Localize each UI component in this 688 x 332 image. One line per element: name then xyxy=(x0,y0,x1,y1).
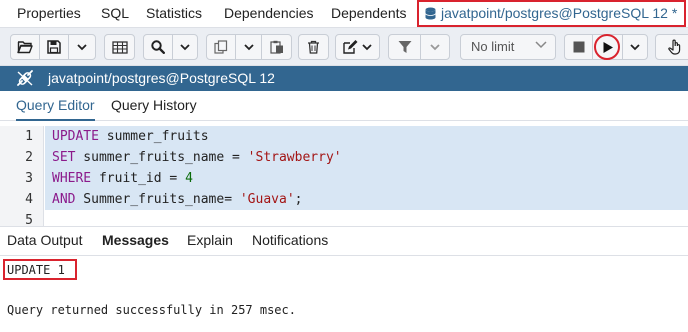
chevron-down-icon xyxy=(535,41,547,49)
sql-keyword: AND xyxy=(52,192,76,207)
find-button[interactable] xyxy=(144,35,173,59)
tab-sql[interactable]: SQL xyxy=(101,0,129,28)
delete-group xyxy=(298,34,329,60)
copy-button[interactable] xyxy=(207,35,236,59)
filter-group xyxy=(388,34,450,60)
sql-editor[interactable]: 1 2 3 4 5 UPDATE summer_fruits SET summe… xyxy=(0,126,688,228)
open-folder-icon xyxy=(17,41,33,54)
tab-query-editor[interactable]: Query Editor xyxy=(16,91,95,121)
sql-text: Summer_fruits_name= xyxy=(75,192,240,207)
code-line: WHERE fruit_id = 4 xyxy=(52,171,193,186)
find-options-dropdown[interactable] xyxy=(173,35,197,59)
line-number: 4 xyxy=(25,192,33,207)
editor-tab-bar: Query Editor Query History xyxy=(0,91,688,121)
code-line: UPDATE summer_fruits xyxy=(52,129,209,144)
tab-dependencies[interactable]: Dependencies xyxy=(224,0,314,28)
row-limit-value: No limit xyxy=(471,39,515,54)
hand-icon xyxy=(668,39,681,55)
execute-options-dropdown[interactable] xyxy=(623,35,647,59)
play-icon xyxy=(603,41,613,53)
chevron-down-icon xyxy=(180,43,190,50)
edit-group xyxy=(335,34,380,60)
stop-button[interactable] xyxy=(565,35,593,59)
paste-button[interactable] xyxy=(262,35,291,59)
sql-text: fruit_id = xyxy=(91,171,186,186)
clipboard-group xyxy=(206,34,292,60)
filter-icon xyxy=(398,41,411,53)
save-options-dropdown[interactable] xyxy=(69,35,95,59)
sql-string: 'Guava' xyxy=(239,192,295,207)
chevron-down-icon xyxy=(362,43,372,50)
line-number: 2 xyxy=(25,150,33,165)
line-number-gutter: 1 2 3 4 5 xyxy=(0,126,44,228)
chevron-down-icon xyxy=(243,43,254,50)
code-line: AND Summer_fruits_name= 'Guava'; xyxy=(52,192,302,207)
edit-button[interactable] xyxy=(336,35,379,59)
connection-bar[interactable]: javatpoint/postgres@PostgreSQL 12 xyxy=(0,66,688,91)
message-status: UPDATE 1 xyxy=(7,263,65,277)
tab-notifications[interactable]: Notifications xyxy=(252,227,328,256)
chevron-down-icon xyxy=(77,43,87,50)
tab-query-tool-label: javatpoint/postgres@PostgreSQL 12 * xyxy=(441,5,678,21)
sql-terminator: ; xyxy=(294,192,303,207)
tab-data-output[interactable]: Data Output xyxy=(7,227,83,256)
line-number: 3 xyxy=(25,171,33,186)
edit-icon xyxy=(343,40,358,54)
tab-statistics[interactable]: Statistics xyxy=(146,0,202,28)
save-icon xyxy=(47,40,61,54)
save-file-button[interactable] xyxy=(40,35,69,59)
sql-keyword: WHERE xyxy=(52,171,92,186)
grid-icon xyxy=(111,40,128,54)
paste-icon xyxy=(269,40,283,54)
copy-options-dropdown[interactable] xyxy=(236,35,262,59)
copy-icon xyxy=(214,40,228,54)
open-file-button[interactable] xyxy=(11,35,40,59)
filter-options-dropdown[interactable] xyxy=(421,35,449,59)
sql-keyword: UPDATE xyxy=(52,129,99,144)
results-tab-bar: Data Output Messages Explain Notificatio… xyxy=(0,226,688,256)
trash-icon xyxy=(308,40,319,54)
filter-button[interactable] xyxy=(389,35,421,59)
messages-panel: UPDATE 1 Query returned successfully in … xyxy=(0,256,688,332)
tab-query-tool[interactable]: javatpoint/postgres@PostgreSQL 12 * xyxy=(417,0,686,27)
search-icon xyxy=(151,40,165,54)
tab-query-history[interactable]: Query History xyxy=(111,91,197,121)
file-button-group xyxy=(10,34,96,60)
tab-explain[interactable]: Explain xyxy=(187,227,233,256)
connection-label: javatpoint/postgres@PostgreSQL 12 xyxy=(48,70,275,86)
delete-button[interactable] xyxy=(299,35,328,59)
more-group xyxy=(655,34,688,60)
message-detail: Query returned successfully in 257 msec. xyxy=(7,303,296,317)
database-icon xyxy=(425,4,436,27)
sql-text: summer_fruits xyxy=(98,129,209,144)
edit-grid-group xyxy=(104,34,135,60)
execute-group xyxy=(564,34,648,60)
find-group xyxy=(143,34,198,60)
sql-number: 4 xyxy=(185,171,193,186)
chevron-down-icon xyxy=(630,43,640,50)
sql-text: summer_fruits_name = xyxy=(75,150,248,165)
panel-tab-bar: Properties SQL Statistics Dependencies D… xyxy=(0,0,688,28)
tab-dependents[interactable]: Dependents xyxy=(331,0,407,28)
row-limit-select[interactable]: No limit xyxy=(460,34,556,60)
sql-keyword: SET xyxy=(52,150,76,165)
chevron-down-icon xyxy=(430,43,440,50)
tab-messages[interactable]: Messages xyxy=(102,227,169,256)
sql-string: 'Strawberry' xyxy=(247,150,342,165)
line-number: 1 xyxy=(25,129,33,144)
stop-icon xyxy=(573,41,584,53)
execute-button[interactable] xyxy=(593,35,623,59)
query-toolbar: No limit xyxy=(0,28,688,66)
tab-properties[interactable]: Properties xyxy=(17,0,81,28)
macros-button[interactable] xyxy=(656,35,688,59)
edit-grid-button[interactable] xyxy=(105,35,134,59)
code-line: SET summer_fruits_name = 'Strawberry' xyxy=(52,150,342,165)
